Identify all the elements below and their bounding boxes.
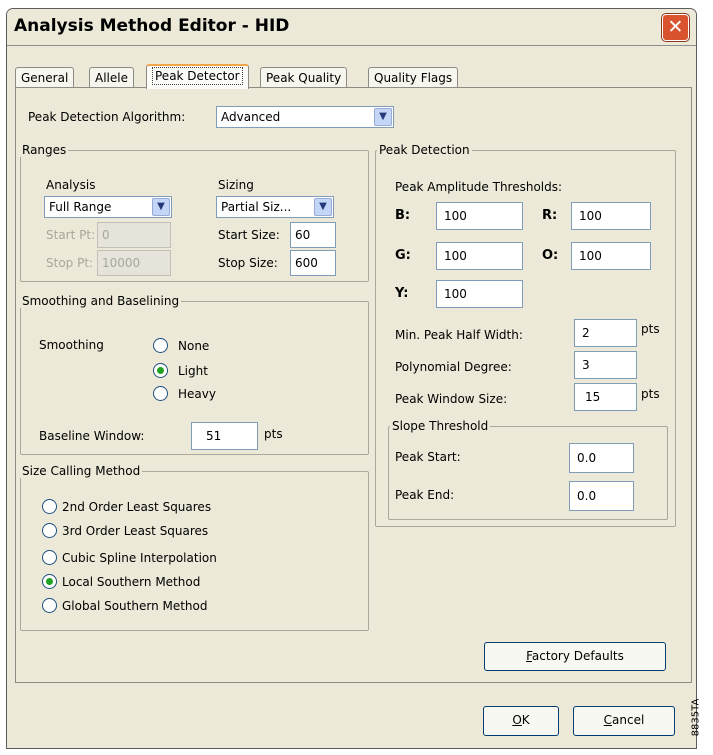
smoothing-label: Smoothing: [39, 338, 104, 352]
smoothing-group-title: Smoothing and Baselining: [20, 294, 182, 308]
cancel-mnemonic: C: [603, 713, 613, 727]
threshold-r-field[interactable]: 100: [571, 202, 651, 230]
stop-size-field[interactable]: 600: [290, 250, 336, 276]
sizing-value: Partial Siz...: [221, 200, 292, 214]
tab-quality-flags[interactable]: Quality Flags: [368, 67, 459, 87]
algorithm-value: Advanced: [221, 110, 281, 124]
peak-window-size-field[interactable]: 15: [574, 383, 637, 411]
peak-window-size-unit: pts: [641, 387, 660, 401]
ok-label: K: [521, 713, 530, 727]
size-calling-cubic-spline-radio[interactable]: [42, 550, 57, 565]
threshold-y-label: Y:: [395, 286, 409, 301]
factory-defaults-label: actory Defaults: [531, 649, 624, 663]
baseline-window-unit: pts: [264, 427, 283, 441]
baseline-window-label: Baseline Window:: [39, 429, 145, 443]
smoothing-none-radio[interactable]: [153, 338, 168, 353]
factory-defaults-button[interactable]: Factory Defaults: [484, 642, 666, 671]
threshold-y-field[interactable]: 100: [436, 280, 523, 308]
sizing-select[interactable]: Partial Siz... ▼: [216, 196, 334, 218]
peak-end-label: Peak End:: [395, 488, 455, 502]
size-calling-3rd-order-label[interactable]: 3rd Order Least Squares: [62, 524, 208, 538]
peak-end-field[interactable]: 0.0: [569, 481, 634, 511]
peak-window-size-label: Peak Window Size:: [395, 392, 508, 406]
tab-page: Peak Detection Algorithm: Advanced ▼ Ran…: [15, 87, 692, 683]
tab-label: Allele: [95, 71, 128, 85]
sizing-label: Sizing: [218, 178, 254, 192]
analysis-value: Full Range: [49, 200, 112, 214]
smoothing-light-label[interactable]: Light: [178, 364, 208, 378]
stop-pt-label: Stop Pt:: [46, 256, 94, 270]
start-size-label: Start Size:: [218, 228, 280, 242]
tab-general[interactable]: General: [15, 67, 75, 87]
polynomial-degree-label: Polynomial Degree:: [395, 360, 512, 374]
chevron-down-icon[interactable]: ▼: [152, 198, 170, 216]
chevron-down-icon[interactable]: ▼: [314, 198, 332, 216]
baseline-window-field[interactable]: 51: [191, 422, 258, 450]
stop-pt-field[interactable]: 10000: [97, 250, 171, 276]
size-calling-global-southern-label[interactable]: Global Southern Method: [62, 599, 208, 613]
tab-label: Peak Quality: [266, 71, 342, 85]
size-calling-global-southern-radio[interactable]: [42, 598, 57, 613]
tab-label: Peak Detector: [152, 67, 243, 85]
algorithm-select[interactable]: Advanced ▼: [216, 106, 394, 128]
close-icon[interactable]: ✕: [662, 14, 689, 41]
peak-start-field[interactable]: 0.0: [569, 443, 634, 473]
smoothing-heavy-label[interactable]: Heavy: [178, 387, 216, 401]
slope-threshold-group-title: Slope Threshold: [390, 419, 491, 433]
threshold-b-field[interactable]: 100: [436, 202, 523, 230]
threshold-o-field[interactable]: 100: [571, 242, 651, 270]
size-calling-3rd-order-radio[interactable]: [42, 523, 57, 538]
algorithm-label: Peak Detection Algorithm:: [28, 110, 186, 124]
size-calling-cubic-spline-label[interactable]: Cubic Spline Interpolation: [62, 551, 217, 565]
size-calling-local-southern-label[interactable]: Local Southern Method: [62, 575, 200, 589]
amplitude-thresholds-label: Peak Amplitude Thresholds:: [395, 180, 563, 194]
tab-peak-quality[interactable]: Peak Quality: [260, 67, 348, 87]
ok-mnemonic: O: [512, 713, 522, 727]
tab-allele[interactable]: Allele: [89, 67, 134, 87]
size-calling-2nd-order-label[interactable]: 2nd Order Least Squares: [62, 500, 211, 514]
threshold-o-label: O:: [542, 248, 559, 263]
ok-button[interactable]: OK: [483, 706, 559, 736]
tab-peak-detector[interactable]: Peak Detector: [146, 64, 249, 89]
ranges-group-title: Ranges: [20, 143, 69, 157]
start-pt-field[interactable]: 0: [97, 222, 171, 248]
cancel-label: ancel: [612, 713, 645, 727]
threshold-b-label: B:: [395, 208, 411, 223]
start-pt-label: Start Pt:: [46, 228, 96, 242]
polynomial-degree-field[interactable]: 3: [574, 351, 637, 379]
peak-start-label: Peak Start:: [395, 450, 461, 464]
min-half-width-label: Min. Peak Half Width:: [395, 328, 523, 342]
smoothing-heavy-radio[interactable]: [153, 386, 168, 401]
tab-label: General: [21, 71, 69, 85]
dialog-window: Analysis Method Editor - HID ✕ General A…: [6, 8, 697, 749]
figure-id-label: 8835TA: [690, 690, 713, 750]
size-calling-2nd-order-radio[interactable]: [42, 499, 57, 514]
start-size-field[interactable]: 60: [290, 222, 336, 248]
size-calling-group-title: Size Calling Method: [20, 464, 143, 478]
min-half-width-field[interactable]: 2: [574, 319, 637, 347]
smoothing-light-radio[interactable]: [153, 363, 168, 378]
tab-label: Quality Flags: [374, 71, 453, 85]
window-title: Analysis Method Editor - HID: [14, 16, 290, 36]
chevron-down-icon[interactable]: ▼: [374, 108, 392, 126]
analysis-select[interactable]: Full Range ▼: [44, 196, 172, 218]
cancel-button[interactable]: Cancel: [573, 706, 675, 736]
stop-size-label: Stop Size:: [218, 256, 278, 270]
peak-detection-group-title: Peak Detection: [377, 143, 472, 157]
figure-id-text: 8835TA: [690, 698, 702, 737]
threshold-g-label: G:: [395, 248, 411, 263]
threshold-r-label: R:: [542, 208, 558, 223]
size-calling-local-southern-radio[interactable]: [42, 574, 57, 589]
smoothing-none-label[interactable]: None: [178, 339, 209, 353]
title-bar[interactable]: Analysis Method Editor - HID ✕: [7, 9, 696, 46]
analysis-label: Analysis: [46, 178, 96, 192]
threshold-g-field[interactable]: 100: [436, 242, 523, 270]
min-half-width-unit: pts: [641, 322, 660, 336]
